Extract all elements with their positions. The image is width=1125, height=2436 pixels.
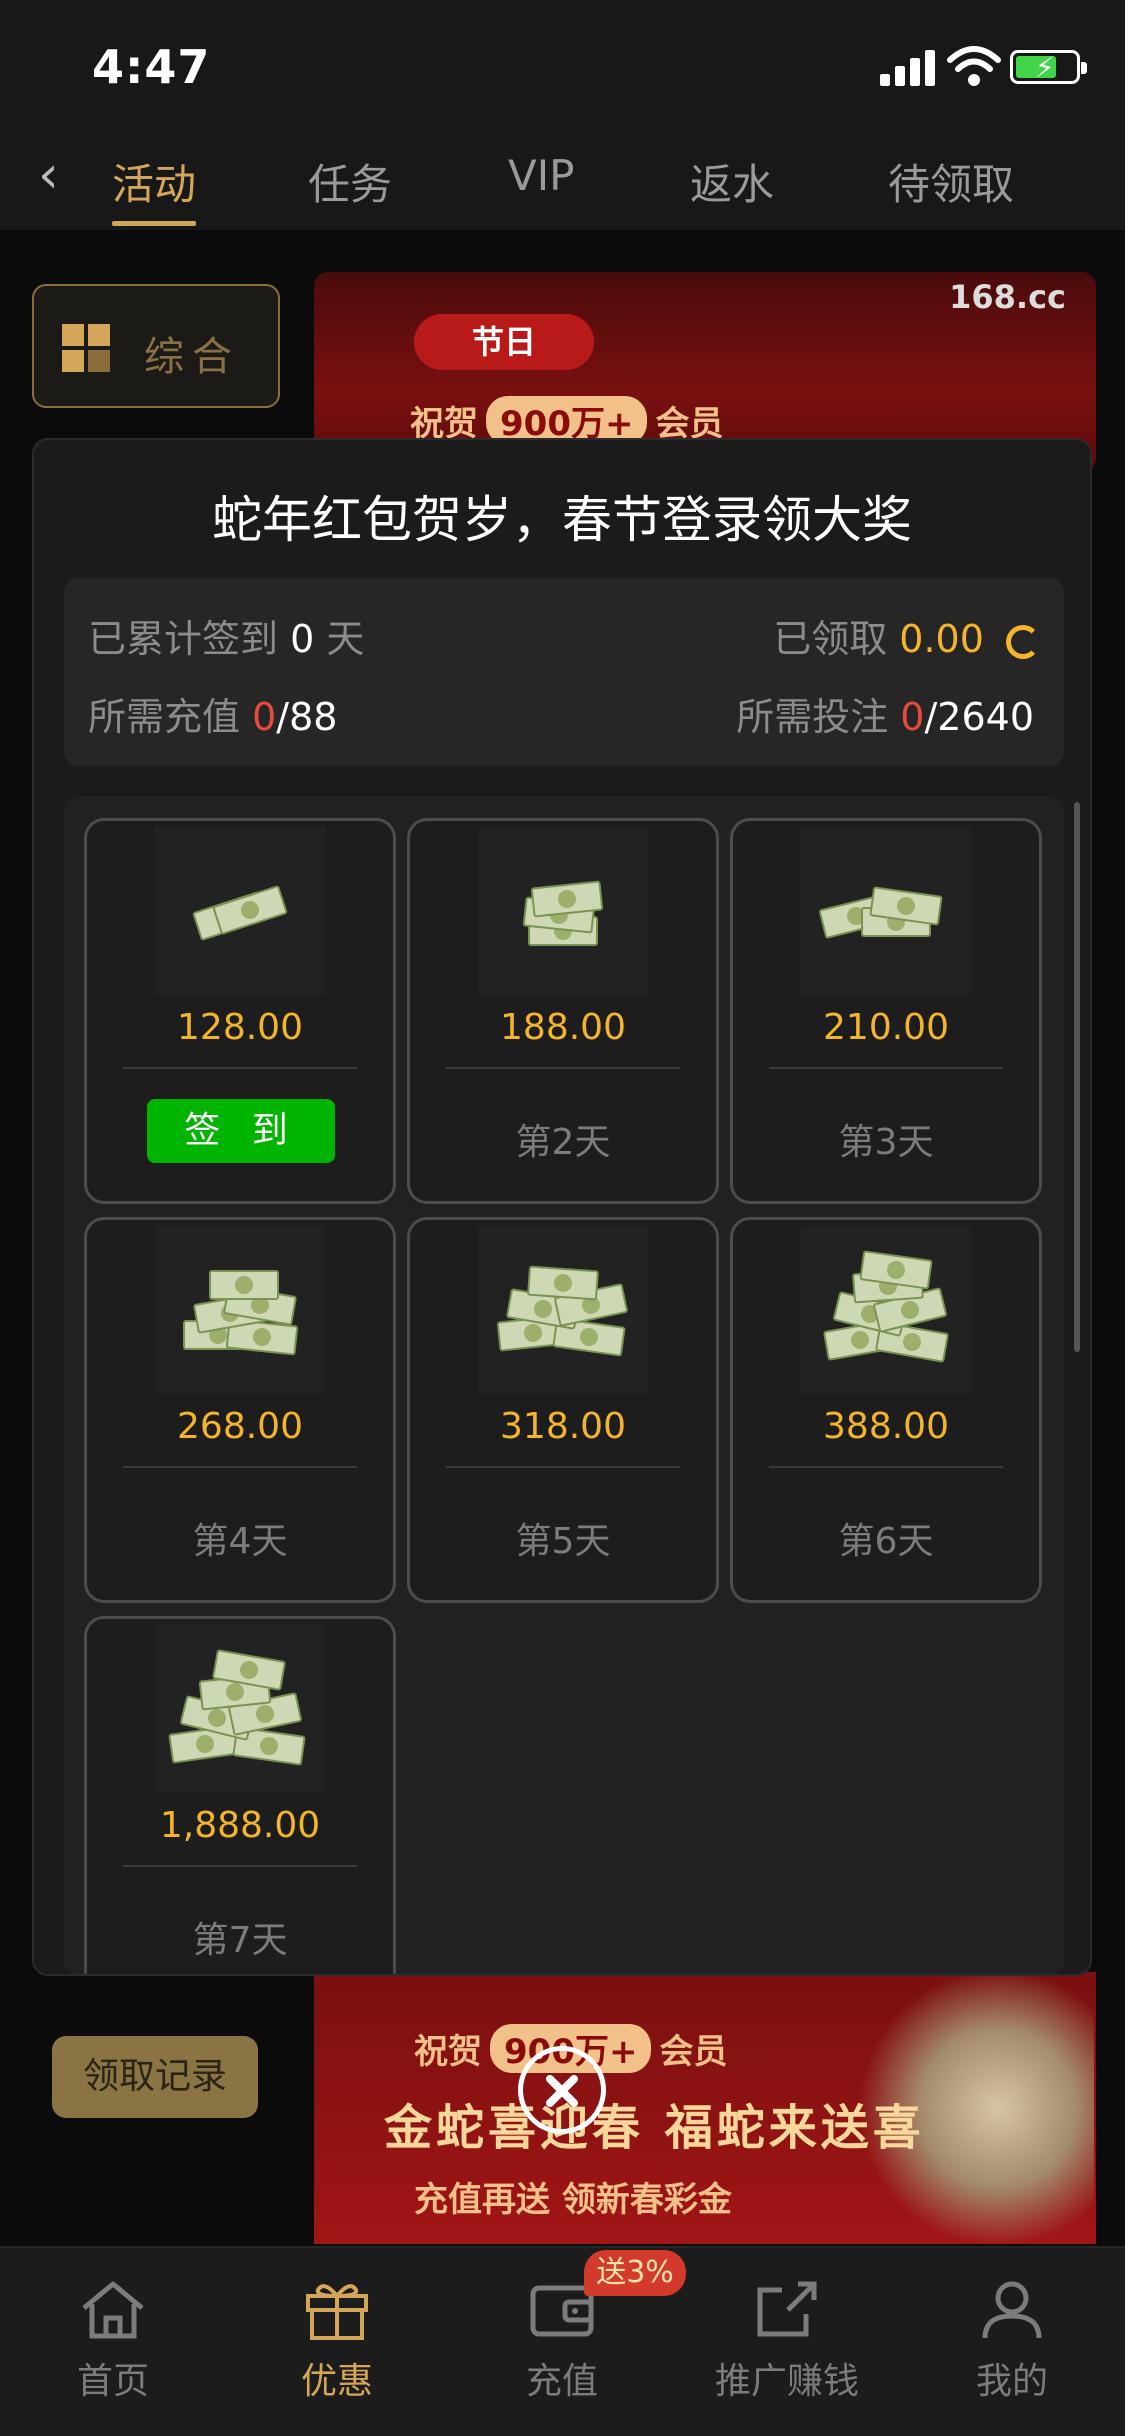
status-bar: 4:47 ⚡ (0, 0, 1125, 135)
tab-vip[interactable]: VIP (508, 151, 574, 200)
claimed-stat: 已领取 0.00 (773, 608, 1040, 663)
signed-days-value: 0 (290, 617, 315, 661)
reward-card-day2[interactable]: 188.00 第2天 (407, 818, 719, 1204)
reward-amount: 188.00 (500, 1007, 626, 1048)
reward-card-day5[interactable]: 318.00 第5天 (407, 1217, 719, 1603)
nav-promotions-label: 优惠 (300, 2361, 373, 2402)
cash-pile-icon (155, 1226, 325, 1394)
battery-icon: ⚡ (1010, 50, 1087, 84)
reward-card-day6[interactable]: 388.00 第6天 (730, 1217, 1042, 1603)
deposit-label: 所需充值 (88, 695, 241, 739)
status-time: 4:47 (92, 40, 211, 94)
signin-modal: 蛇年红包贺岁，春节登录领大奖 已累计签到 0 天 已领取 0.00 所需充值 0… (32, 438, 1092, 1976)
banner-congrats-prefix: 祝贺 (414, 2032, 482, 2072)
site-label: 168.cc (949, 278, 1066, 316)
divider (446, 1466, 680, 1468)
divider (123, 1067, 357, 1069)
reward-amount: 388.00 (823, 1406, 949, 1447)
wifi-icon (947, 46, 1001, 86)
cash-mountain-icon (155, 1625, 325, 1793)
reward-card-day7[interactable]: 1,888.00 第7天 (84, 1616, 396, 1974)
nav-referral[interactable]: 推广赚钱 (712, 2278, 862, 2404)
signed-label: 已累计签到 (88, 617, 279, 661)
reward-amount: 318.00 (500, 1406, 626, 1447)
gift-icon (306, 2284, 368, 2340)
day-label: 第5天 (515, 1521, 611, 1562)
nav-profile-label: 我的 (975, 2361, 1048, 2402)
bet-label: 所需投注 (736, 695, 889, 739)
nav-home-label: 首页 (76, 2361, 149, 2402)
nav-promotions[interactable]: 优惠 (262, 2278, 412, 2404)
home-icon (82, 2281, 144, 2339)
category-label: 综合 (144, 334, 240, 380)
signed-unit: 天 (326, 617, 365, 661)
day-label: 第7天 (192, 1920, 288, 1961)
back-chevron-icon[interactable]: ‹ (38, 145, 59, 205)
tab-activity[interactable]: 活动 (112, 151, 196, 212)
reward-amount: 128.00 (177, 1007, 303, 1048)
deposit-stat: 所需充值 0/88 (88, 686, 337, 741)
app-screen: 4:47 ⚡ ‹ 活动 任务 VIP 返水 待领取 综合 168.cc 节日 祝… (0, 0, 1125, 2436)
bet-total: /2640 (924, 695, 1034, 739)
sign-in-button[interactable]: 签 到 (147, 1099, 335, 1163)
nav-profile[interactable]: 我的 (937, 2278, 1087, 2404)
day-label: 第4天 (192, 1521, 288, 1562)
recharge-bonus-badge: 送3% (584, 2250, 686, 2296)
reward-amount: 268.00 (177, 1406, 303, 1447)
day-label: 第3天 (838, 1122, 934, 1163)
tab-rebate[interactable]: 返水 (690, 151, 774, 212)
user-icon (982, 2281, 1042, 2339)
nav-referral-label: 推广赚钱 (714, 2361, 859, 2402)
reward-card-day4[interactable]: 268.00 第4天 (84, 1217, 396, 1603)
grid-scrollbar[interactable] (1074, 802, 1080, 1352)
reward-amount: 210.00 (823, 1007, 949, 1048)
claimed-label: 已领取 (773, 617, 888, 661)
grid-icon (62, 324, 112, 374)
bet-stat: 所需投注 0/2640 (736, 686, 1034, 741)
promo-banner-bottom[interactable]: 祝贺 900万+ 会员 金蛇喜迎春 福蛇来送喜 充值再送 领新春彩金 (314, 1972, 1096, 2244)
top-tab-bar: ‹ 活动 任务 VIP 返水 待领取 (0, 135, 1125, 230)
signal-icon (880, 50, 936, 86)
reward-card-day3[interactable]: 210.00 第3天 (730, 818, 1042, 1204)
cash-pile-icon (478, 1226, 648, 1394)
reward-amount: 1,888.00 (159, 1805, 321, 1846)
day-label: 第2天 (515, 1122, 611, 1163)
tab-pending[interactable]: 待领取 (888, 151, 1014, 212)
day-label: 第6天 (838, 1521, 934, 1562)
cash-pile-icon (801, 1226, 971, 1394)
cash-stack-icon (155, 827, 325, 995)
divider (769, 1466, 1003, 1468)
banner-congrats-suffix: 会员 (659, 2032, 728, 2072)
divider (446, 1067, 680, 1069)
share-icon (757, 2281, 817, 2337)
divider (123, 1466, 357, 1468)
claimed-value: 0.00 (899, 617, 984, 661)
reward-card-day1[interactable]: 128.00 签 到 (84, 818, 396, 1204)
close-modal-button[interactable] (518, 2046, 606, 2134)
deposit-total: /88 (276, 695, 338, 739)
signed-days-stat: 已累计签到 0 天 (88, 608, 364, 663)
divider (123, 1865, 357, 1867)
nav-recharge-label: 充值 (525, 2361, 598, 2402)
tab-tasks[interactable]: 任务 (308, 151, 392, 212)
divider (769, 1067, 1003, 1069)
banner-subline: 充值再送 领新春彩金 (414, 2180, 732, 2220)
nav-home[interactable]: 首页 (38, 2278, 188, 2404)
bet-current: 0 (900, 695, 925, 739)
nav-recharge[interactable]: 充值 (487, 2278, 637, 2404)
refresh-icon[interactable] (1006, 624, 1040, 659)
bottom-nav-bar: 首页 优惠 充值 推广赚钱 我的 (0, 2246, 1125, 2436)
cash-stack-icon (478, 827, 648, 995)
stats-panel: 已累计签到 0 天 已领取 0.00 所需充值 0/88 所需投注 0/2640 (64, 578, 1064, 766)
deposit-current: 0 (252, 695, 277, 739)
banner-headline: 金蛇喜迎春 福蛇来送喜 (384, 2100, 925, 2156)
modal-title: 蛇年红包贺岁，春节登录领大奖 (212, 491, 912, 549)
active-tab-indicator (112, 221, 196, 226)
reward-grid: 128.00 签 到 188.00 第2天 210.00 第3天 268.00 … (64, 796, 1064, 1974)
claim-record-button[interactable]: 领取记录 (52, 2036, 258, 2118)
category-button-general[interactable]: 综合 (32, 284, 280, 408)
cash-stack-icon (801, 827, 971, 995)
festival-tag: 节日 (414, 314, 594, 370)
